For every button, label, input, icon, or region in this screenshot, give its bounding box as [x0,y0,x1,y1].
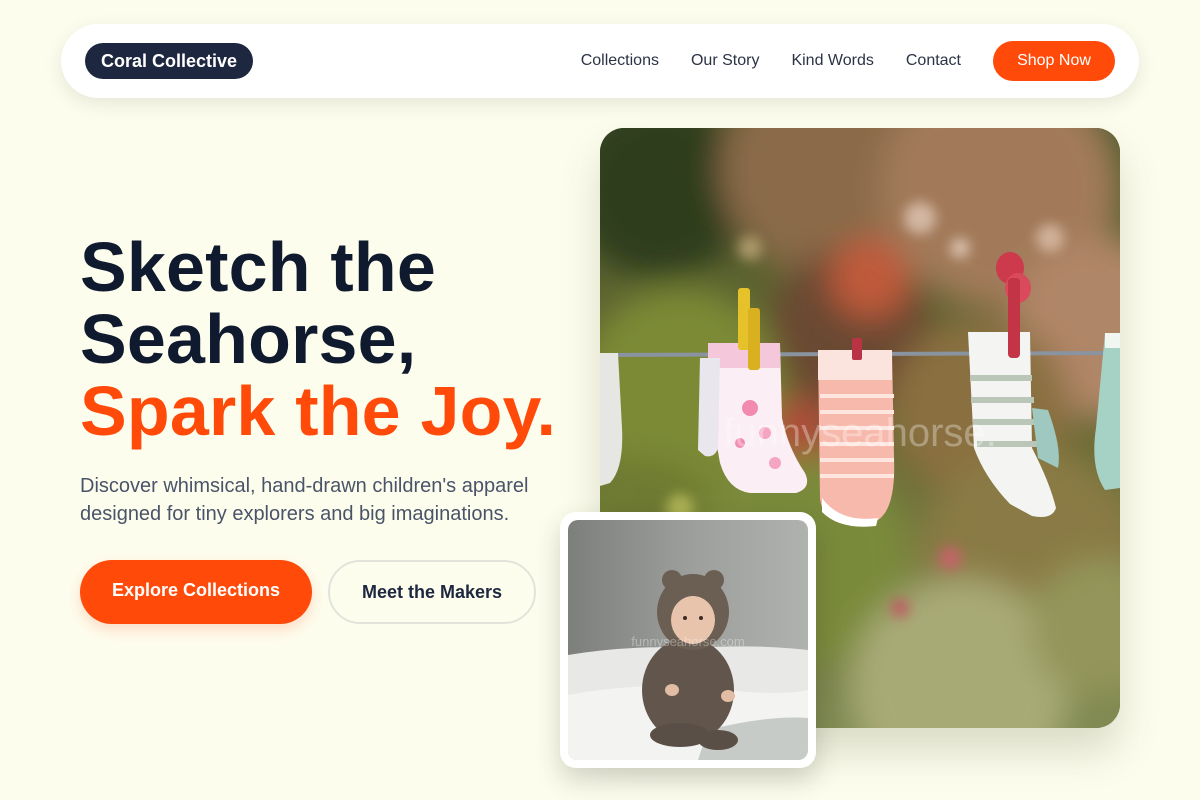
nav-link-contact[interactable]: Contact [906,52,961,70]
baby-photo-illustration: funnyseahorse.com [568,520,808,760]
explore-collections-button[interactable]: Explore Collections [80,560,312,624]
hero-title: Sketch the Seahorse, Spark the Joy. [80,231,600,447]
nav-link-kind-words[interactable]: Kind Words [791,52,873,70]
secondary-image-card: funnyseahorse.com [560,512,816,768]
hero-title-line-1: Sketch the [80,228,436,306]
meet-the-makers-button[interactable]: Meet the Makers [328,560,536,624]
main-image-watermark: funnyseahorse. [723,411,997,455]
nav-link-collections[interactable]: Collections [581,52,659,70]
hero-title-accent-line: Spark the Joy. [80,372,557,450]
hero-title-line-2: Seahorse, [80,300,417,378]
nav-link-our-story[interactable]: Our Story [691,52,759,70]
hero-description: Discover whimsical, hand-drawn children'… [80,475,529,525]
page: Coral Collective Collections Our Story K… [0,0,1200,800]
sub-image-watermark: funnyseahorse.com [631,634,744,649]
shop-now-button[interactable]: Shop Now [993,41,1115,81]
brand-logo[interactable]: Coral Collective [85,43,254,79]
navbar: Coral Collective Collections Our Story K… [61,24,1139,98]
nav-links: Collections Our Story Kind Words Contact… [581,41,1115,81]
baby-bear-suit-image: funnyseahorse.com [568,520,808,760]
